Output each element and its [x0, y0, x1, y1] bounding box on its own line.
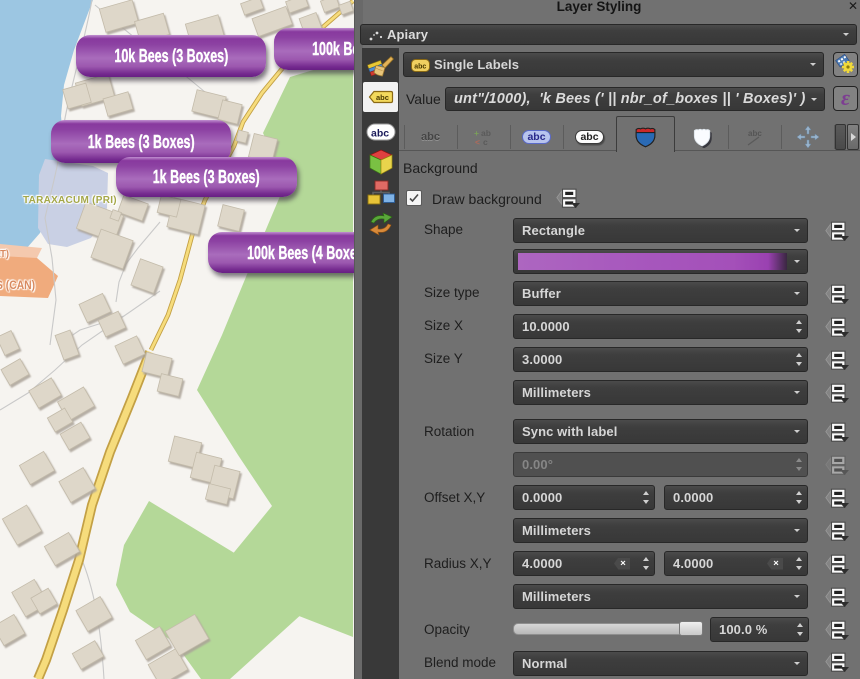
svg-text:abc: abc [376, 93, 389, 102]
svg-text:c: c [483, 137, 488, 147]
svg-text:abc: abc [371, 128, 389, 140]
svg-text:<: < [475, 137, 480, 147]
svg-text:abc: abc [748, 129, 762, 138]
svg-text:abc: abc [414, 64, 426, 71]
